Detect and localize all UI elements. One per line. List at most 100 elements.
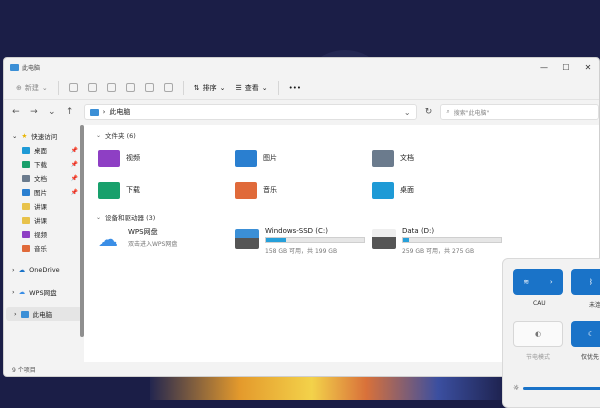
sidebar-item-lecture-2[interactable]: 讲课: [4, 213, 84, 227]
chevron-down-icon: ⌄: [219, 83, 226, 92]
recent-dropdown[interactable]: ⌄: [46, 107, 58, 117]
search-input[interactable]: ⌕ 搜索"此电脑": [440, 104, 599, 120]
drives-group-header[interactable]: ⌄ 设备和驱动器 (3): [96, 211, 587, 223]
battery-saver-toggle[interactable]: ◐: [513, 321, 563, 347]
sidebar-item-onedrive[interactable]: › ☁ OneDrive: [4, 263, 84, 277]
bluetooth-label: 未连: [589, 302, 600, 309]
back-button[interactable]: ←: [10, 107, 22, 117]
folder-videos[interactable]: 视频: [98, 145, 235, 171]
sort-label: 排序: [202, 83, 217, 92]
pin-icon: 📌: [70, 174, 78, 182]
sidebar-item-music[interactable]: 音乐: [4, 241, 84, 255]
plus-icon: ⊕: [16, 83, 22, 92]
up-button[interactable]: ↑: [64, 107, 76, 117]
drive-name: Windows-SSD (C:): [265, 227, 328, 235]
view-button[interactable]: ☰ 查看 ⌄: [232, 79, 272, 97]
sidebar-item-quick-access[interactable]: ⌄ ★ 快速访问: [4, 129, 84, 143]
folder-icon: [22, 216, 30, 224]
sidebar-item-documents[interactable]: 文档 📌: [4, 171, 84, 185]
drive-name: Data (D:): [402, 227, 435, 235]
more-label: •••: [288, 83, 302, 92]
cloud-icon: ☁: [18, 266, 26, 274]
chevron-right-icon: ›: [549, 278, 553, 286]
chevron-down-icon: ⌄: [41, 83, 48, 92]
search-placeholder: 搜索"此电脑": [453, 109, 490, 117]
desktop-folder-icon: [372, 181, 394, 199]
folder-label: 下载: [126, 186, 140, 194]
rename-button[interactable]: [122, 79, 139, 97]
folder-documents[interactable]: 文档: [372, 145, 509, 171]
sidebar-item-wps-drive[interactable]: › ☁ WPS网盘: [4, 285, 84, 299]
cloud-icon: ☁: [98, 227, 118, 251]
share-button[interactable]: [141, 79, 158, 97]
sidebar-item-label: 图片: [34, 189, 47, 197]
more-button[interactable]: •••: [285, 79, 305, 97]
drives-header-label: 设备和驱动器 (3): [105, 214, 156, 222]
chevron-right-icon: ›: [12, 288, 15, 296]
picture-folder-icon: [235, 149, 257, 167]
drive-d[interactable]: Data (D:) 259 GB 可用，共 275 GB: [372, 227, 509, 255]
view-icon: ☰: [235, 83, 242, 92]
search-icon: ⌕: [446, 108, 450, 115]
copy-button[interactable]: [84, 79, 101, 97]
folder-label: 视频: [126, 154, 140, 162]
battery-saver-icon: ◐: [534, 330, 542, 338]
folder-label: 桌面: [400, 186, 414, 194]
bluetooth-icon: ᛒ: [588, 278, 594, 286]
paste-button[interactable]: [103, 79, 120, 97]
sidebar-item-label: 音乐: [34, 245, 47, 253]
forward-button[interactable]: →: [28, 107, 40, 117]
wifi-toggle[interactable]: ≋ ›: [513, 269, 563, 295]
drive-usage-bar: [265, 237, 365, 243]
drive-usage-bar: [402, 237, 502, 243]
folder-icon: [22, 202, 30, 210]
maximize-button[interactable]: ☐: [555, 58, 577, 76]
cut-icon: [68, 83, 78, 92]
folders-grid: 视频 图片 文档 下载 音乐 桌面: [96, 141, 587, 211]
folder-music[interactable]: 音乐: [235, 177, 372, 203]
minimize-button[interactable]: —: [533, 58, 555, 76]
moon-icon: ☾: [587, 330, 595, 338]
sort-button[interactable]: ⇅ 排序 ⌄: [190, 79, 230, 97]
brightness-slider[interactable]: ☼: [513, 383, 600, 393]
wifi-label: CAU: [533, 300, 546, 307]
close-button[interactable]: ✕: [577, 58, 599, 76]
new-button[interactable]: ⊕ 新建 ⌄: [12, 79, 52, 97]
cut-button[interactable]: [65, 79, 82, 97]
drive-c[interactable]: Windows-SSD (C:) 158 GB 可用，共 199 GB: [235, 227, 372, 255]
sidebar-item-label: 文档: [34, 175, 47, 183]
bluetooth-toggle[interactable]: ᛒ: [571, 269, 600, 295]
sun-icon: ☼: [513, 384, 520, 392]
sidebar-item-downloads[interactable]: 下载 📌: [4, 157, 84, 171]
navigation-pane: ⌄ ★ 快速访问 桌面 📌 下载 📌 文档 📌 图片 📌 讲课 讲课 视频 音乐…: [4, 125, 84, 362]
sidebar-item-desktop[interactable]: 桌面 📌: [4, 143, 84, 157]
delete-button[interactable]: [160, 79, 177, 97]
copy-icon: [87, 83, 97, 92]
folders-group-header[interactable]: ⌄ 文件夹 (6): [96, 129, 587, 141]
sidebar-item-lecture-1[interactable]: 讲课: [4, 199, 84, 213]
sort-icon: ⇅: [193, 83, 200, 92]
chevron-right-icon: ›: [12, 266, 15, 274]
refresh-button[interactable]: ↻: [423, 107, 435, 117]
chevron-down-icon: ⌄: [403, 107, 411, 117]
cloud-icon: ☁: [18, 288, 26, 296]
view-label: 查看: [244, 83, 259, 92]
brightness-track[interactable]: [523, 386, 600, 390]
drive-usage-text: 259 GB 可用，共 275 GB: [402, 248, 475, 255]
folder-downloads[interactable]: 下载: [98, 177, 235, 203]
sidebar-item-label: 桌面: [34, 147, 47, 155]
folder-desktop[interactable]: 桌面: [372, 177, 509, 203]
focus-assist-toggle[interactable]: ☾: [571, 321, 600, 347]
battery-saver-label: 节电模式: [526, 354, 551, 361]
computer-icon: [10, 63, 19, 71]
folder-pictures[interactable]: 图片: [235, 145, 372, 171]
address-bar[interactable]: › 此电脑 ⌄: [83, 104, 417, 120]
trash-icon: [163, 83, 173, 92]
sidebar-item-videos[interactable]: 视频: [4, 227, 84, 241]
drive-wps[interactable]: ☁ WPS网盘 双击进入WPS网盘: [98, 227, 235, 255]
sidebar-item-this-pc[interactable]: › 此电脑: [6, 307, 82, 321]
picture-icon: [22, 188, 30, 196]
drive-usage-fill: [403, 238, 409, 242]
sidebar-item-pictures[interactable]: 图片 📌: [4, 185, 84, 199]
title-bar: 此电脑 — ☐ ✕: [4, 58, 599, 76]
